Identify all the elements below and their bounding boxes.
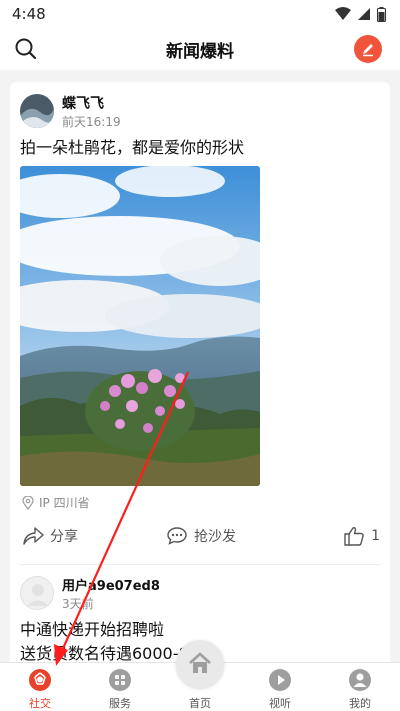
tab-label: 服务	[109, 697, 131, 710]
compose-button[interactable]	[354, 35, 382, 63]
tab-profile[interactable]: 我的	[320, 663, 400, 711]
status-bar: 4:48	[0, 0, 400, 28]
like-count: 1	[371, 528, 380, 544]
post-time: 3天前	[62, 597, 94, 611]
post-username[interactable]: 蝶飞飞	[62, 93, 104, 113]
tab-social[interactable]: 社交	[0, 663, 80, 711]
app-header: 新闻爆料	[0, 28, 400, 70]
home-button[interactable]	[176, 640, 224, 688]
tab-label: 社交	[29, 697, 51, 710]
comment-button[interactable]: 抢沙发	[166, 526, 236, 546]
search-button[interactable]	[14, 37, 38, 61]
home-icon	[189, 652, 211, 673]
post-username[interactable]: 用户a9e07ed8	[62, 575, 160, 594]
battery-icon	[377, 6, 386, 22]
avatar[interactable]	[20, 576, 54, 610]
news-feed[interactable]: 蝶飞飞 前天16:19 拍一朵杜鹃花，都是爱你的形状 IP 四川省 分享 抢沙发…	[0, 74, 400, 662]
like-button[interactable]: 1	[343, 526, 380, 546]
share-button[interactable]: 分享	[22, 526, 78, 546]
avatar-image	[20, 94, 54, 128]
tab-media[interactable]: 视听	[240, 663, 320, 711]
post-location: IP 四川省	[22, 494, 90, 511]
user-icon	[349, 669, 371, 691]
status-time: 4:48	[12, 5, 46, 23]
divider	[20, 564, 380, 565]
post-text-line: 中通快递开始招聘啦	[20, 620, 165, 639]
search-icon	[15, 38, 37, 60]
avatar[interactable]	[20, 94, 54, 128]
tab-label: 首页	[189, 697, 211, 710]
post-time: 前天16:19	[62, 115, 121, 129]
page-title: 新闻爆料	[166, 41, 234, 62]
location-text: IP 四川省	[39, 496, 90, 510]
share-label: 分享	[50, 529, 78, 545]
location-pin-icon	[22, 495, 34, 510]
comment-icon	[167, 527, 187, 545]
status-icons	[335, 6, 386, 22]
grid-icon	[109, 669, 131, 691]
pencil-icon	[363, 44, 373, 57]
default-avatar-icon	[27, 584, 49, 606]
tab-label: 视听	[269, 697, 291, 710]
tab-label: 我的	[349, 697, 371, 710]
post-text: 拍一朵杜鹃花，都是爱你的形状	[20, 138, 245, 157]
comment-label: 抢沙发	[194, 529, 236, 545]
wifi-icon	[335, 7, 351, 20]
thumbs-up-icon	[344, 527, 364, 546]
share-icon	[23, 527, 44, 545]
post-card[interactable]: 蝶飞飞 前天16:19 拍一朵杜鹃花，都是爱你的形状 IP 四川省 分享 抢沙发…	[10, 82, 390, 572]
camera-aperture-icon	[29, 669, 51, 691]
signal-icon	[358, 8, 370, 20]
post-image[interactable]	[20, 166, 260, 486]
tab-services[interactable]: 服务	[80, 663, 160, 711]
play-icon	[269, 669, 291, 691]
post-actions: 分享 抢沙发 1	[10, 520, 390, 556]
